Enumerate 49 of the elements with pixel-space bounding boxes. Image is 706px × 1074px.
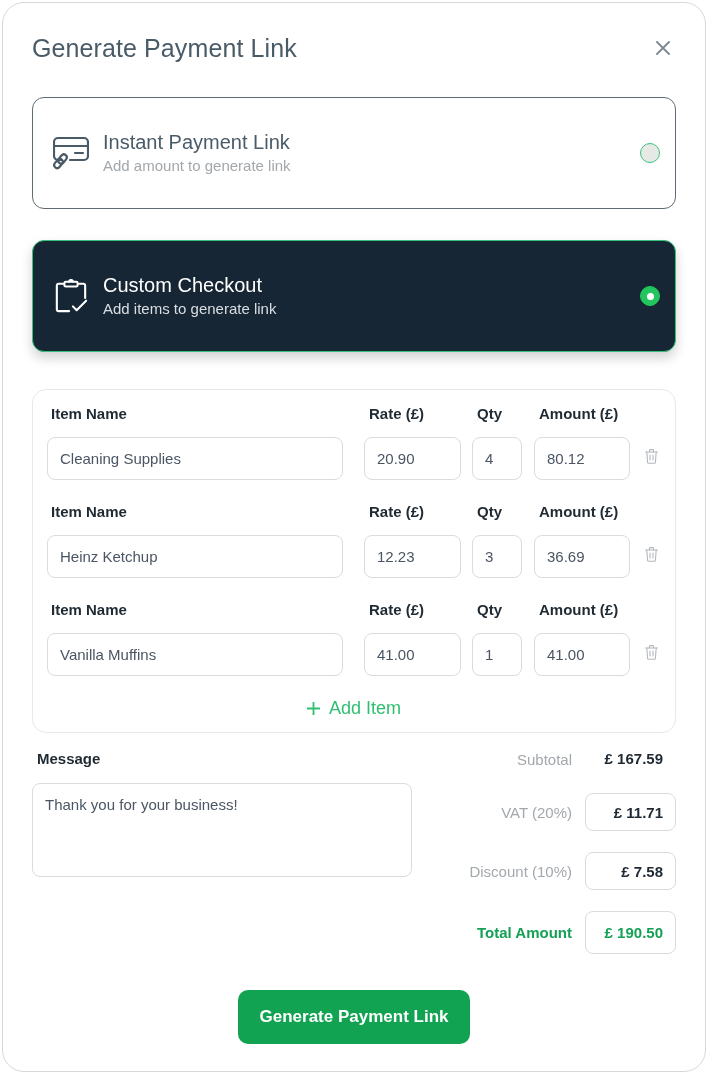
payment-option-card[interactable]: Instant Payment Link Add amount to generate link xyxy=(32,97,676,209)
amount-header: Amount (£) xyxy=(539,503,619,520)
amount-field[interactable]: 80.12 xyxy=(534,437,630,480)
plus-icon xyxy=(306,701,320,715)
message-label: Message xyxy=(37,750,101,768)
summary-label: Discount (10%) xyxy=(469,862,572,880)
summary-value-field[interactable]: £ 11.71 xyxy=(585,793,676,831)
clipboard-check-icon xyxy=(53,279,89,313)
amount-field[interactable]: 36.69 xyxy=(534,535,630,578)
rate-field[interactable]: 12.23 xyxy=(364,535,461,578)
qty-field[interactable]: 1 xyxy=(472,633,522,676)
qty-field[interactable]: 3 xyxy=(472,535,522,578)
amount-header: Amount (£) xyxy=(539,405,619,422)
amount-field[interactable]: 41.00 xyxy=(534,633,630,676)
item-name-field[interactable]: Vanilla Muffins xyxy=(47,633,343,676)
item-name-field[interactable]: Cleaning Supplies xyxy=(47,437,343,480)
rate-header: Rate (£) xyxy=(369,503,424,520)
message-field[interactable]: Thank you for your business! xyxy=(32,783,412,877)
dialog-title: Generate Payment Link xyxy=(32,33,297,64)
summary-label: Total Amount xyxy=(477,924,572,941)
trash-icon[interactable] xyxy=(645,644,658,660)
qty-header: Qty xyxy=(477,405,502,422)
qty-header: Qty xyxy=(477,503,502,520)
option-subtitle: Add items to generate link xyxy=(103,299,278,319)
qty-header: Qty xyxy=(477,601,502,618)
summary-label: VAT (20%) xyxy=(501,803,572,821)
option-subtitle: Add amount to generate link xyxy=(103,156,292,176)
item-name-header: Item Name xyxy=(51,503,127,520)
option-title: Custom Checkout xyxy=(103,273,263,297)
rate-header: Rate (£) xyxy=(369,601,424,618)
trash-icon[interactable] xyxy=(645,546,658,562)
payment-option-card[interactable]: Custom Checkout Add items to generate link xyxy=(32,240,676,352)
amount-header: Amount (£) xyxy=(539,601,619,618)
radio-button[interactable] xyxy=(640,143,660,163)
radio-button[interactable] xyxy=(640,286,660,306)
option-title: Instant Payment Link xyxy=(103,130,291,154)
summary-value-field[interactable]: £ 7.58 xyxy=(585,852,676,890)
subtotal-value: £ 167.59 xyxy=(603,750,664,768)
trash-icon[interactable] xyxy=(645,448,658,464)
item-name-field[interactable]: Heinz Ketchup xyxy=(47,535,343,578)
card-link-icon xyxy=(53,136,89,170)
rate-field[interactable]: 20.90 xyxy=(364,437,461,480)
summary-label: Subtotal xyxy=(516,750,572,768)
qty-field[interactable]: 4 xyxy=(472,437,522,480)
item-name-header: Item Name xyxy=(51,601,127,618)
item-name-header: Item Name xyxy=(51,405,127,422)
rate-field[interactable]: 41.00 xyxy=(364,633,461,676)
close-icon[interactable] xyxy=(656,41,670,55)
rate-header: Rate (£) xyxy=(369,405,424,422)
